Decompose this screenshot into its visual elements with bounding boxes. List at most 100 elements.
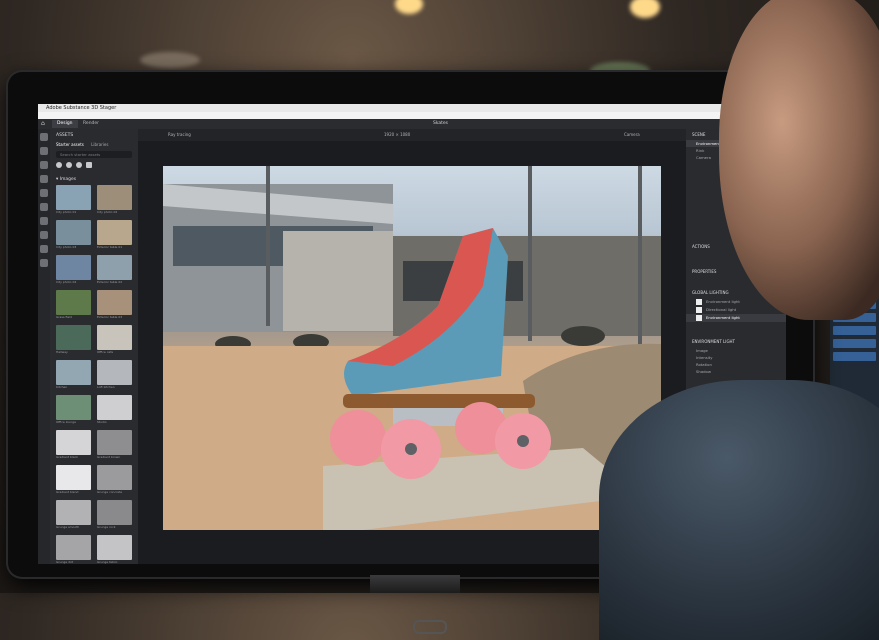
skate-wheel [330,410,386,466]
image-asset-thumbnail[interactable]: Grass field [56,290,91,321]
image-asset-thumbnail[interactable]: City photo 01 [56,185,91,216]
bokeh-light [395,0,423,14]
bokeh-light [630,0,660,18]
thumbnail-caption: Grunge dirt [56,560,74,564]
filter-models-icon[interactable] [56,162,62,168]
image-asset-thumbnail[interactable]: Studio [97,395,132,426]
thumbnail-caption: Exterior table 01 [97,245,123,249]
camera-tool-icon[interactable] [40,245,48,253]
thumbnail-image: Exterior table 01 [97,220,132,249]
image-asset-thumbnail[interactable]: Gradient black [56,430,91,461]
image-asset-thumbnail[interactable]: Grunge rock [97,500,132,531]
light-tool-icon[interactable] [40,231,48,239]
filter-materials-icon[interactable] [66,162,72,168]
image-grid: City photo 01 City photo 02 City photo 03 E… [50,185,138,564]
wheel-hub [517,435,529,447]
image-asset-thumbnail[interactable]: Kitchen [56,360,91,391]
thumbnail-caption: Exterior table 02 [97,280,123,284]
light-pole [638,166,642,346]
filter-images-icon[interactable] [86,162,92,168]
thumbnail-image: Hallway [56,325,91,354]
rotate-tool-icon[interactable] [40,161,48,169]
select-tool-icon[interactable] [40,133,48,141]
light-row[interactable]: Directional light [686,306,786,314]
thumbnail-caption: Gradient brown [97,455,121,459]
wheel-hub [405,443,417,455]
app-header: ⌂ Design Render Skates [38,119,786,129]
pan-tool-icon[interactable] [40,203,48,211]
image-asset-thumbnail[interactable]: City photo 04 [56,255,91,286]
render-viewport[interactable] [163,166,661,530]
image-asset-thumbnail[interactable]: Loft kitchen [97,360,132,391]
planter [561,326,605,346]
resolution-label[interactable]: 1920 × 1080 [384,129,410,141]
image-asset-thumbnail[interactable]: Hallway [56,325,91,356]
thumbnail-caption: Grunge smooth [56,525,80,529]
thumbnail-image: Grunge fabric [97,535,132,564]
image-asset-thumbnail[interactable]: City photo 03 [56,220,91,251]
env-row-intensity[interactable]: Intensity [686,354,786,361]
paint-tool-icon[interactable] [40,259,48,267]
tab-design[interactable]: Design [52,120,78,128]
image-asset-thumbnail[interactable]: Exterior table 02 [97,255,132,286]
monitor-stand [370,575,460,593]
viewer-shoulder [599,380,879,640]
image-asset-thumbnail[interactable]: Exterior table 03 [97,290,132,321]
zoom-tool-icon[interactable] [40,217,48,225]
thumbnail-caption: Grunge fabric [97,560,118,564]
monitor-brand-logo [413,620,447,634]
assets-title: ASSETS [56,133,74,138]
thumbnail-image: Grunge smooth [56,500,91,529]
image-asset-thumbnail[interactable]: Office cafe [97,325,132,356]
asset-filters [56,162,132,168]
light-pole [266,166,270,326]
thumbnail-caption: Kitchen [56,385,68,389]
tab-libraries[interactable]: Libraries [91,142,108,147]
images-section-title: ▾ Images [56,177,77,182]
thumbnail-image: Exterior table 03 [97,290,132,319]
bokeh-light [140,52,200,68]
filter-lights-icon[interactable] [76,162,82,168]
thumbnail-image: Loft kitchen [97,360,132,389]
env-row-rotation[interactable]: Rotation [686,361,786,368]
move-tool-icon[interactable] [40,147,48,155]
document-title: Skates [433,121,449,126]
thumbnail-image: Exterior table 02 [97,255,132,284]
env-row-image[interactable]: Image [686,347,786,354]
home-icon[interactable]: ⌂ [41,120,48,127]
tool-rail [38,129,50,564]
app-title: Adobe Substance 3D Stager [46,105,117,111]
thumbnail-caption: City photo 02 [97,210,118,214]
image-asset-thumbnail[interactable]: City photo 02 [97,185,132,216]
image-asset-thumbnail[interactable]: Grunge concrete [97,465,132,496]
camera-dropdown[interactable]: Camera [624,129,640,141]
image-asset-thumbnail[interactable]: Gradient brown [97,430,132,461]
thumbnail-image: City photo 04 [56,255,91,284]
thumbnail-image: Gradient blend [56,465,91,494]
light-row[interactable]: Environment light [686,314,786,322]
image-asset-thumbnail[interactable]: Office lounge [56,395,91,426]
thumbnail-caption: Grass field [56,315,72,319]
assets-search-input[interactable]: Search starter assets [56,151,132,158]
thumbnail-caption: Grunge rock [97,525,116,529]
image-asset-thumbnail[interactable]: Grunge fabric [97,535,132,564]
env-row-shadow[interactable]: Shadow [686,368,786,375]
environment-light-title: ENVIRONMENT LIGHT [692,339,735,344]
thumbnail-image: Grunge dirt [56,535,91,564]
assets-panel: ASSETS Starter assets Libraries Search s… [50,129,138,564]
tab-render[interactable]: Render [78,120,104,128]
image-asset-thumbnail[interactable]: Grunge smooth [56,500,91,531]
skate-sole [343,394,535,408]
orbit-tool-icon[interactable] [40,189,48,197]
image-asset-thumbnail[interactable]: Gradient blend [56,465,91,496]
thumbnail-caption: Grunge concrete [97,490,123,494]
scale-tool-icon[interactable] [40,175,48,183]
thumbnail-image: Kitchen [56,360,91,389]
ray-tracing-toggle[interactable]: Ray tracing [168,129,191,141]
image-asset-thumbnail[interactable]: Grunge dirt [56,535,91,564]
image-asset-thumbnail[interactable]: Exterior table 01 [97,220,132,251]
tab-starter-assets[interactable]: Starter assets [56,142,84,147]
thumbnail-image: Gradient brown [97,430,132,459]
thumbnail-caption: City photo 03 [56,245,77,249]
building-wall [283,231,393,331]
